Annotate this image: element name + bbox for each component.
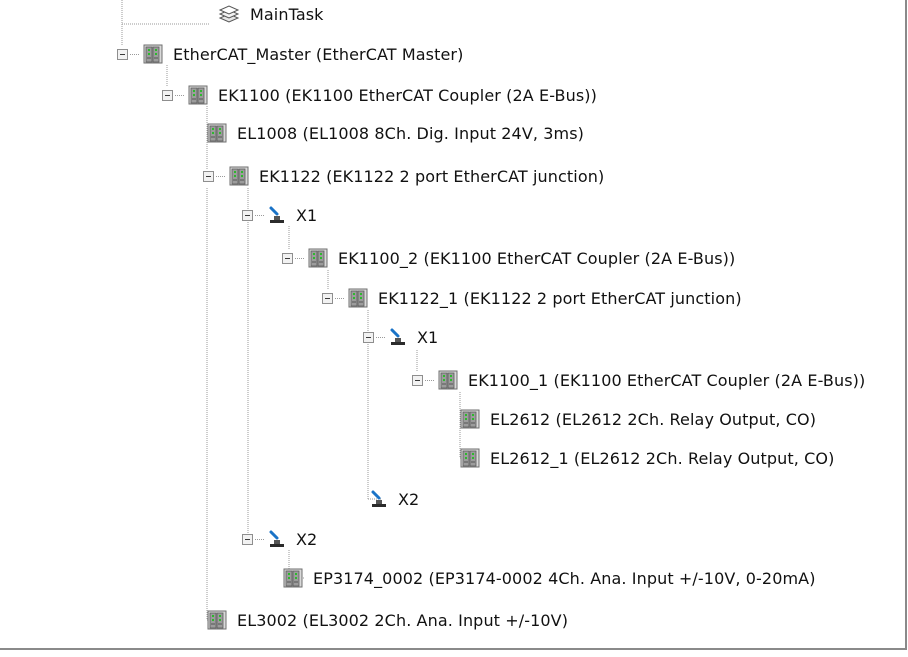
device-icon <box>438 370 458 390</box>
tree-node-label: X1 <box>417 327 439 347</box>
device-icon <box>460 409 480 429</box>
port-icon <box>268 529 286 549</box>
device-icon <box>348 288 368 308</box>
tree-node[interactable]: X1 <box>242 200 317 230</box>
tree-node[interactable]: EK1100_2 (EK1100 EtherCAT Coupler (2A E-… <box>282 243 735 273</box>
device-icon <box>188 85 208 105</box>
device-tree: MainTask EtherCAT_Master (EtherCAT Maste… <box>0 0 905 648</box>
tree-connector-dots <box>255 538 265 540</box>
tree-node[interactable]: EK1122 (EK1122 2 port EtherCAT junction) <box>203 161 604 191</box>
tree-connector-dots <box>425 379 435 381</box>
tree-node-label: X2 <box>296 529 318 549</box>
task-icon <box>218 4 240 24</box>
tree-connector-dots <box>175 94 185 96</box>
tree-node[interactable]: X2 <box>370 484 419 514</box>
tree-node[interactable]: EtherCAT_Master (EtherCAT Master) <box>117 39 463 69</box>
port-icon <box>389 327 407 347</box>
tree-connector-dots <box>255 214 265 216</box>
device-icon <box>207 610 227 630</box>
device-icon <box>283 568 303 588</box>
tree-node[interactable]: EL2612_1 (EL2612 2Ch. Relay Output, CO) <box>460 443 834 473</box>
tree-node-label: EL3002 (EL3002 2Ch. Ana. Input +/-10V) <box>237 610 569 630</box>
tree-node[interactable]: EK1100 (EK1100 EtherCAT Coupler (2A E-Bu… <box>162 80 597 110</box>
tree-node[interactable]: EK1122_1 (EK1122 2 port EtherCAT junctio… <box>322 283 742 313</box>
collapse-icon[interactable] <box>242 209 253 221</box>
port-icon <box>370 489 388 509</box>
tree-node[interactable]: EP3174_0002 (EP3174-0002 4Ch. Ana. Input… <box>283 563 816 593</box>
tree-node[interactable]: MainTask <box>218 0 324 29</box>
device-icon <box>207 123 227 143</box>
tree-node[interactable]: X2 <box>242 524 317 554</box>
tree-connector-dots <box>376 336 386 338</box>
collapse-icon[interactable] <box>282 252 293 264</box>
tree-node-label: EP3174_0002 (EP3174-0002 4Ch. Ana. Input… <box>313 568 816 588</box>
tree-connector-dots <box>130 53 140 55</box>
collapse-icon[interactable] <box>203 170 214 182</box>
tree-node-label: EK1122 (EK1122 2 port EtherCAT junction) <box>259 166 605 186</box>
device-icon <box>229 166 249 186</box>
tree-node-label: MainTask <box>250 4 324 24</box>
tree-node-label: X1 <box>296 205 318 225</box>
tree-connector-dots <box>295 257 305 259</box>
tree-node[interactable]: EL2612 (EL2612 2Ch. Relay Output, CO) <box>460 404 816 434</box>
tree-node-label: EL2612 (EL2612 2Ch. Relay Output, CO) <box>490 409 817 429</box>
tree-connector-dots <box>216 175 226 177</box>
collapse-icon[interactable] <box>117 48 128 60</box>
tree-node-label: EK1100 (EK1100 EtherCAT Coupler (2A E-Bu… <box>218 85 597 105</box>
device-icon <box>308 248 328 268</box>
collapse-icon[interactable] <box>242 533 253 545</box>
tree-node-label: EK1122_1 (EK1122 2 port EtherCAT junctio… <box>378 288 742 308</box>
tree-node-label: X2 <box>398 489 420 509</box>
collapse-icon[interactable] <box>412 374 423 386</box>
tree-connector-dots <box>335 297 345 299</box>
tree-node-label: EL2612_1 (EL2612 2Ch. Relay Output, CO) <box>490 448 835 468</box>
tree-node-label: EK1100_2 (EK1100 EtherCAT Coupler (2A E-… <box>338 248 736 268</box>
collapse-icon[interactable] <box>162 89 173 101</box>
tree-node[interactable]: EL3002 (EL3002 2Ch. Ana. Input +/-10V) <box>207 605 568 635</box>
tree-node-label: EK1100_1 (EK1100 EtherCAT Coupler (2A E-… <box>468 370 866 390</box>
device-icon <box>460 448 480 468</box>
collapse-icon[interactable] <box>363 331 374 343</box>
port-icon <box>268 205 286 225</box>
tree-node[interactable]: EK1100_1 (EK1100 EtherCAT Coupler (2A E-… <box>412 365 865 395</box>
device-icon <box>143 44 163 64</box>
tree-node[interactable]: X1 <box>363 322 438 352</box>
tree-node[interactable]: EL1008 (EL1008 8Ch. Dig. Input 24V, 3ms) <box>207 118 584 148</box>
collapse-icon[interactable] <box>322 292 333 304</box>
solution-tree-panel: MainTask EtherCAT_Master (EtherCAT Maste… <box>0 0 907 650</box>
tree-node-label: EL1008 (EL1008 8Ch. Dig. Input 24V, 3ms) <box>237 123 584 143</box>
tree-node-label: EtherCAT_Master (EtherCAT Master) <box>173 44 464 64</box>
